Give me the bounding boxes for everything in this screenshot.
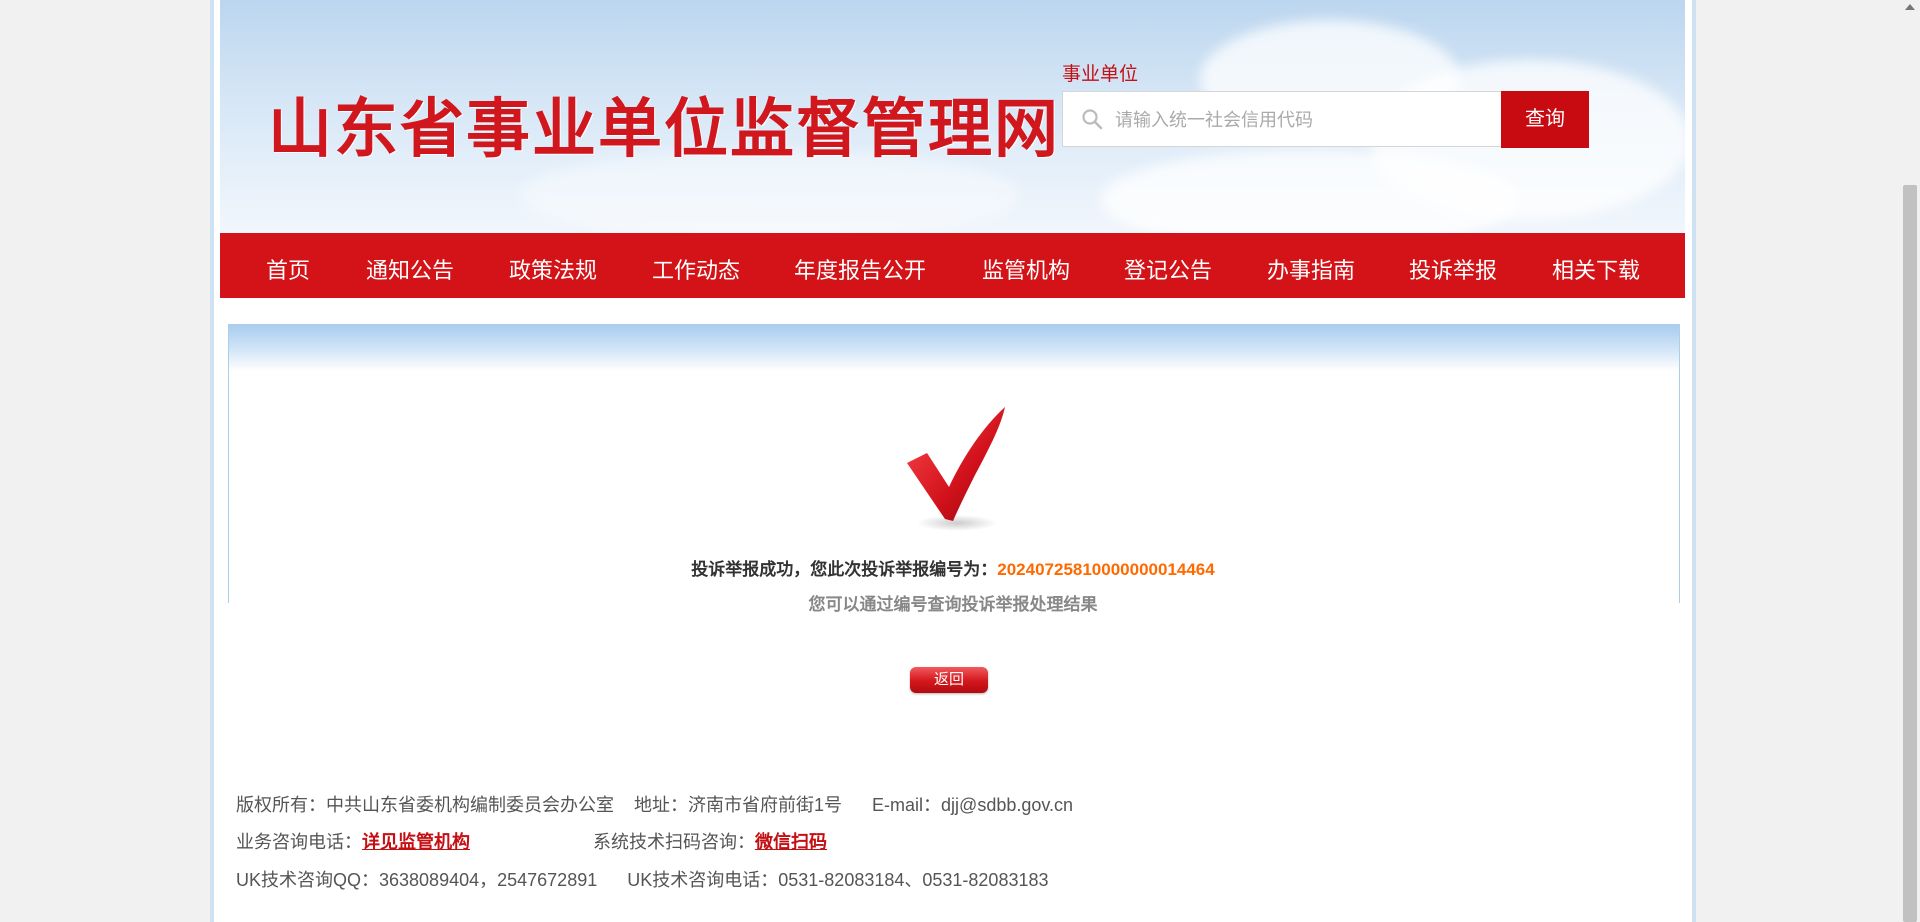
footer-line-3: UK技术咨询QQ：3638089404，2547672891 UK技术咨询电话：… bbox=[236, 866, 1049, 892]
uk-phone: UK技术咨询电话：0531-82083184、0531-82083183 bbox=[627, 870, 1049, 890]
scrollbar-thumb[interactable] bbox=[1903, 185, 1917, 922]
nav-item-registration[interactable]: 登记公告 bbox=[1124, 253, 1212, 285]
wechat-scan-link[interactable]: 微信扫码 bbox=[755, 832, 827, 852]
checkmark-icon bbox=[907, 407, 1005, 531]
nav-item-policies[interactable]: 政策法规 bbox=[509, 253, 597, 285]
footer-line-2: 业务咨询电话：详见监管机构 bbox=[236, 828, 470, 854]
biz-phone-label: 业务咨询电话： bbox=[236, 832, 362, 852]
search-category-label[interactable]: 事业单位 bbox=[1062, 59, 1138, 86]
search-box bbox=[1062, 91, 1507, 148]
scroll-up-arrow-icon[interactable] bbox=[1905, 4, 1915, 10]
nav-item-supervisors[interactable]: 监管机构 bbox=[982, 253, 1070, 285]
panel-header-band bbox=[229, 325, 1679, 371]
nav-item-home[interactable]: 首页 bbox=[266, 253, 310, 285]
success-message: 投诉举报成功，您此次投诉举报编号为：2024072581000000001446… bbox=[228, 555, 1678, 580]
footer-tech-scan: 系统技术扫码咨询：微信扫码 bbox=[593, 828, 827, 854]
nav-item-downloads[interactable]: 相关下载 bbox=[1552, 253, 1640, 285]
nav-item-work-news[interactable]: 工作动态 bbox=[652, 253, 740, 285]
uk-qq: UK技术咨询QQ：3638089404，2547672891 bbox=[236, 870, 598, 890]
report-id: 20240725810000000014464 bbox=[997, 560, 1215, 579]
search-icon bbox=[1082, 109, 1103, 130]
success-text: 投诉举报成功，您此次投诉举报编号为： bbox=[691, 560, 998, 579]
site-title: 山东省事业单位监督管理网 bbox=[268, 93, 1060, 167]
page-scrollbar[interactable] bbox=[1900, 0, 1920, 922]
tech-scan-label: 系统技术扫码咨询： bbox=[593, 832, 755, 852]
footer-line-1: 版权所有：中共山东省委机构编制委员会办公室 地址：济南市省府前街1号 E-mai… bbox=[236, 791, 1073, 817]
hint-message: 您可以通过编号查询投诉举报处理结果 bbox=[808, 595, 1098, 614]
nav-item-notices[interactable]: 通知公告 bbox=[366, 253, 454, 285]
nav-item-guide[interactable]: 办事指南 bbox=[1267, 253, 1355, 285]
footer-address: 地址：济南市省府前街1号 bbox=[634, 795, 843, 815]
biz-phone-link[interactable]: 详见监管机构 bbox=[362, 832, 470, 852]
nav-item-complaints[interactable]: 投诉举报 bbox=[1409, 253, 1497, 285]
back-button[interactable]: 返回 bbox=[910, 667, 988, 693]
site-header: 山东省事业单位监督管理网 事业单位 bbox=[220, 0, 1685, 233]
search-button[interactable]: 查询 bbox=[1501, 91, 1589, 148]
footer-copyright: 版权所有：中共山东省委机构编制委员会办公室 bbox=[236, 795, 614, 815]
nav-item-annual-reports[interactable]: 年度报告公开 bbox=[794, 253, 926, 285]
footer-email: E-mail：djj@sdbb.gov.cn bbox=[872, 795, 1074, 815]
page-container: 山东省事业单位监督管理网 事业单位 查询 首页 通知公告 政策法规 工作动态 年… bbox=[210, 0, 1696, 922]
main-nav: 首页 通知公告 政策法规 工作动态 年度报告公开 监管机构 登记公告 办事指南 … bbox=[220, 233, 1685, 298]
search-input[interactable] bbox=[1113, 92, 1507, 148]
